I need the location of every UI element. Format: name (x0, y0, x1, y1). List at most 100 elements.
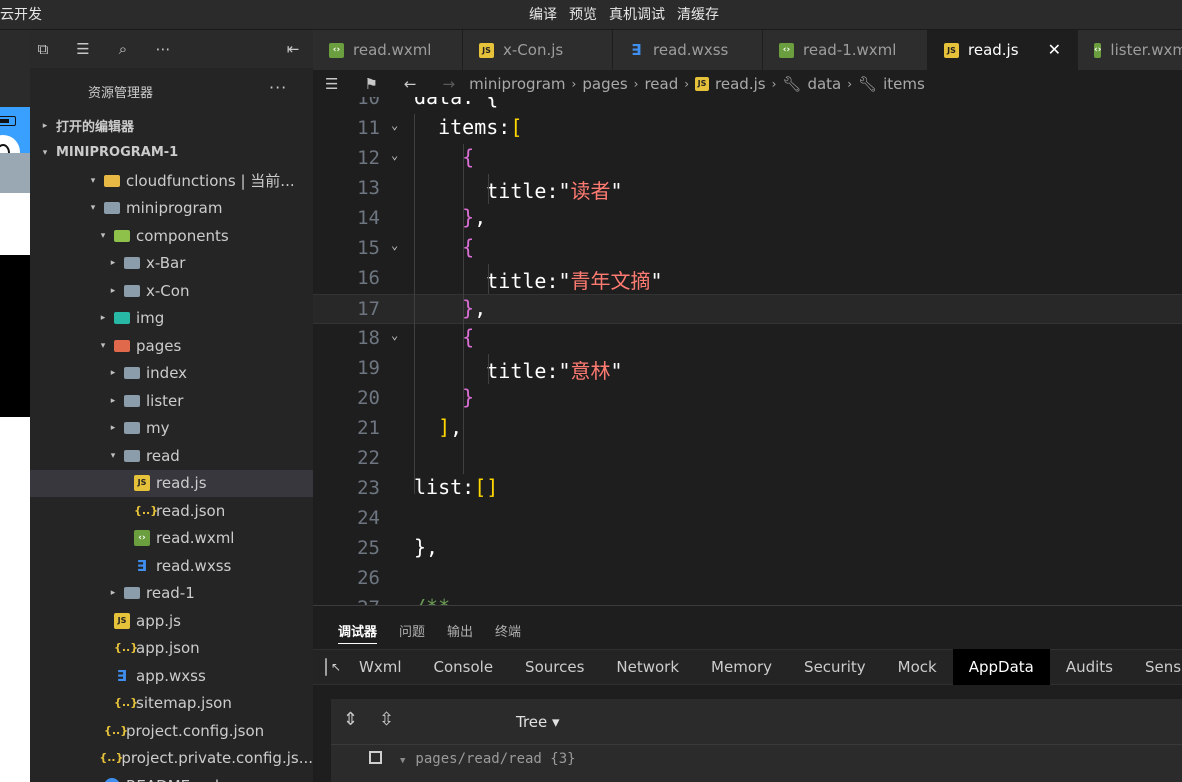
tree-folder[interactable]: ▾ components (30, 222, 313, 249)
code-line[interactable]: 11 ⌄ items:[ (313, 114, 1182, 144)
inspect-element-icon[interactable] (325, 658, 341, 676)
fold-chevron-icon[interactable]: ⌄ (391, 238, 398, 252)
crumb-miniprogram[interactable]: miniprogram (469, 75, 565, 93)
code-line[interactable]: 18 ⌄ { (313, 324, 1182, 354)
code-line[interactable]: 26 (313, 564, 1182, 594)
code-line[interactable]: 13 title:"读者" (313, 174, 1182, 204)
tree-folder[interactable]: ▾ read (30, 442, 313, 469)
node-toggle-icon[interactable] (369, 751, 382, 764)
fold-chevron-icon[interactable]: ⌄ (391, 328, 398, 342)
window-icon[interactable]: ⧉ (34, 40, 52, 58)
tree-root-node[interactable]: ▼ pages/read/read {3} (369, 751, 576, 767)
code-line[interactable]: 15 ⌄ { (313, 234, 1182, 264)
crumb-pages[interactable]: pages (582, 75, 627, 93)
expand-arrow-icon[interactable]: ▼ (400, 756, 405, 766)
tree-folder[interactable]: ▾ miniprogram (30, 195, 313, 222)
code-line[interactable]: 23 list:[] (313, 474, 1182, 504)
code-line[interactable]: 22 (313, 444, 1182, 474)
tree-folder[interactable]: ▸ index (30, 360, 313, 387)
code-line[interactable]: 24 (313, 504, 1182, 534)
tree-file[interactable]: {..} project.private.config.js... (30, 745, 313, 772)
tree-file[interactable]: {..} sitemap.json (30, 690, 313, 717)
tree-folder[interactable]: ▸ x-Con (30, 277, 313, 304)
fold-chevron-icon[interactable]: ⌄ (391, 598, 398, 605)
forward-arrow-icon[interactable]: → (442, 75, 455, 93)
panel-tab-mock[interactable]: Mock (882, 649, 953, 685)
crumb-read[interactable]: read (644, 75, 678, 93)
simulator-preview[interactable] (0, 30, 30, 782)
collapse-all-icon[interactable]: ⇳ (379, 709, 394, 730)
panel-tab-wxml[interactable]: Wxml (343, 649, 418, 685)
collapse-panel-icon[interactable]: ⇤ (284, 40, 302, 58)
code-line[interactable]: 19 title:"意林" (313, 354, 1182, 384)
code-token: [] (474, 475, 499, 499)
code-line[interactable]: 20 } (313, 384, 1182, 414)
crumb-items[interactable]: items (883, 75, 925, 93)
tree-file[interactable]: {..} project.config.json (30, 717, 313, 744)
tab-read-1-wxml[interactable]: ‹› read-1.wxml (763, 30, 928, 70)
tree-folder[interactable]: ▸ x-Bar (30, 250, 313, 277)
tab-problems[interactable]: 问题 (399, 621, 425, 644)
tab-x-con-js[interactable]: JS x-Con.js (463, 30, 613, 70)
code-token: " (610, 359, 623, 383)
panel-tab-sources[interactable]: Sources (509, 649, 600, 685)
tab-output[interactable]: 输出 (447, 621, 473, 644)
tree-file[interactable]: ∃ read.wxss (30, 552, 313, 579)
tree-file[interactable]: {..} app.json (30, 635, 313, 662)
outline-icon[interactable]: ☰ (325, 75, 338, 93)
remote-debug-button[interactable]: 真机调试 (609, 4, 665, 24)
tab-terminal[interactable]: 终端 (495, 621, 521, 644)
back-arrow-icon[interactable]: ← (404, 75, 417, 93)
panel-tab-sensor[interactable]: Sensor (1129, 649, 1182, 685)
preview-button[interactable]: 预览 (569, 4, 597, 24)
expand-all-icon[interactable]: ⇕ (343, 709, 358, 730)
tab-lister-wxml[interactable]: ‹› lister.wxml (1078, 30, 1182, 70)
fold-chevron-icon[interactable]: ⌄ (391, 118, 398, 132)
tree-file[interactable]: README.md (30, 772, 313, 782)
crumb-file[interactable]: read.js (715, 75, 766, 93)
compile-button[interactable]: 编译 (529, 4, 557, 24)
panel-tab-security[interactable]: Security (788, 649, 882, 685)
code-line[interactable]: 27 ⌄ /** (313, 594, 1182, 605)
tab-read-js[interactable]: JS read.js ✕ (928, 30, 1078, 70)
tree-folder[interactable]: ▾ cloudfunctions | 当前... (30, 167, 313, 194)
view-mode-select[interactable]: Tree ▾ (516, 713, 560, 731)
code-line[interactable]: 12 ⌄ { (313, 144, 1182, 174)
crumb-data[interactable]: data (807, 75, 841, 93)
list-icon[interactable]: ☰ (74, 40, 92, 58)
clear-cache-button[interactable]: 清缓存 (677, 4, 719, 24)
project-section[interactable]: ▾ MINIPROGRAM-1 (30, 139, 313, 166)
search-icon[interactable]: ⌕ (114, 40, 132, 58)
code-line[interactable]: 14 }, (313, 204, 1182, 234)
code-line[interactable]: 25}, (313, 534, 1182, 564)
tab-debugger[interactable]: 调试器 (338, 621, 378, 644)
tree-file[interactable]: ∃ app.wxss (30, 662, 313, 689)
code-line[interactable]: 17 }, (313, 294, 1182, 324)
tree-folder[interactable]: ▸ img (30, 305, 313, 332)
tree-folder[interactable]: ▸ lister (30, 387, 313, 414)
more-icon[interactable]: ⋯ (154, 40, 172, 58)
bookmark-icon[interactable]: ⚑ (364, 75, 377, 93)
code-line[interactable]: 21 ], (313, 414, 1182, 444)
tree-file[interactable]: JS read.js (30, 469, 313, 497)
panel-tab-memory[interactable]: Memory (695, 649, 788, 685)
explorer-more-button[interactable]: ··· (269, 78, 287, 97)
tree-folder[interactable]: ▸ my (30, 415, 313, 442)
tree-folder[interactable]: ▾ pages (30, 332, 313, 359)
code-editor[interactable]: 10 data: {11 ⌄ items:[12 ⌄ {13 title:"读者" 14… (313, 97, 1182, 605)
panel-tab-network[interactable]: Network (600, 649, 695, 685)
tree-file[interactable]: ‹› read.wxml (30, 525, 313, 552)
panel-tab-appdata[interactable]: AppData (952, 649, 1050, 685)
tree-file[interactable]: JS app.js (30, 607, 313, 634)
tab-read-wxss[interactable]: ∃ read.wxss (613, 30, 763, 70)
panel-tab-console[interactable]: Console (418, 649, 510, 685)
panel-tab-audits[interactable]: Audits (1050, 649, 1129, 685)
code-line[interactable]: 16 title:"青年文摘" (313, 264, 1182, 294)
tree-file[interactable]: {..} read.json (30, 497, 313, 524)
close-tab-icon[interactable]: ✕ (1048, 40, 1061, 59)
code-line[interactable]: 10 data: { (313, 97, 1182, 114)
fold-chevron-icon[interactable]: ⌄ (391, 148, 398, 162)
tab-read-wxml[interactable]: ‹› read.wxml (313, 30, 463, 70)
tree-folder[interactable]: ▸ read-1 (30, 580, 313, 607)
open-editors-section[interactable]: ▸ 打开的编辑器 (30, 112, 313, 139)
